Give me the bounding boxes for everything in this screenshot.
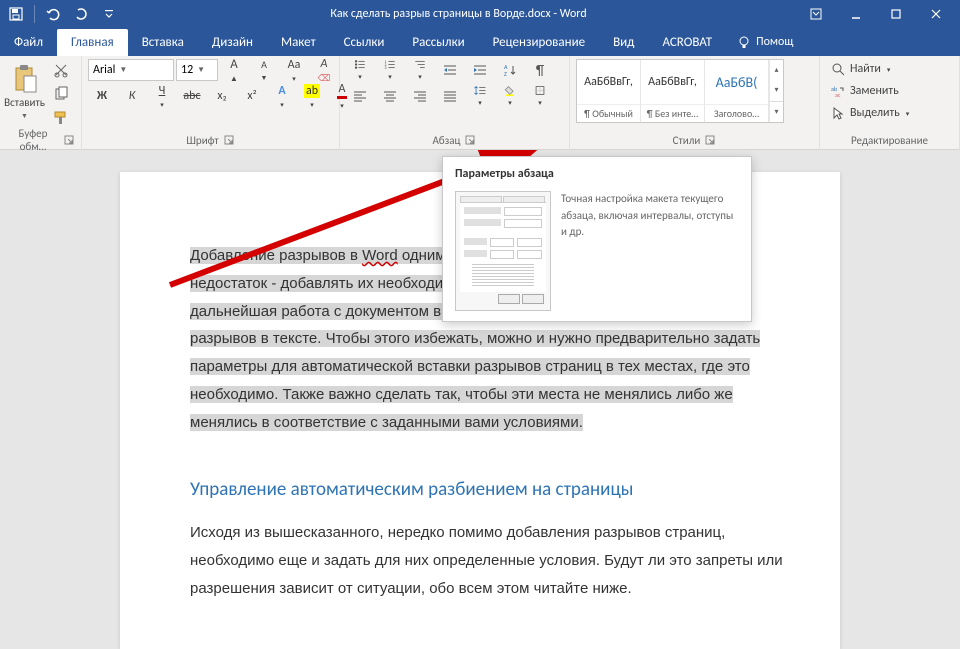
font-size-combo[interactable]: 12▼	[176, 59, 218, 81]
align-right-button[interactable]	[406, 85, 434, 107]
style-no-spacing[interactable]: АаБбВвГг, ¶ Без инте…	[641, 60, 705, 122]
font-name-combo[interactable]: Arial▼	[88, 59, 174, 81]
style-heading1[interactable]: АаБбВ( Заголово…	[705, 60, 769, 122]
tooltip-title: Параметры абзаца	[455, 167, 739, 181]
align-left-button[interactable]	[346, 85, 374, 107]
tab-home[interactable]: Главная	[57, 29, 128, 56]
tab-review[interactable]: Рецензирование	[479, 29, 599, 56]
document-workspace: Параметры абзаца Точная настройка м	[0, 150, 960, 649]
format-painter-button[interactable]	[47, 107, 75, 129]
tab-file[interactable]: Файл	[0, 29, 57, 56]
paragraph-dialog-launcher[interactable]	[464, 134, 476, 146]
replace-icon: abac	[830, 83, 846, 99]
maximize-button[interactable]	[876, 0, 916, 28]
superscript-button[interactable]: x²	[238, 85, 266, 107]
window-controls	[796, 0, 956, 28]
quick-access-toolbar	[4, 2, 121, 26]
tab-layout[interactable]: Макет	[267, 29, 330, 56]
line-spacing-button[interactable]: ▾	[466, 85, 494, 107]
svg-text:Z: Z	[504, 70, 507, 77]
sort-button[interactable]: AZ	[496, 59, 524, 81]
cut-button[interactable]	[47, 59, 75, 81]
decrease-indent-button[interactable]	[436, 59, 464, 81]
shrink-font-button[interactable]: A▼	[250, 59, 278, 81]
qat-customize-button[interactable]	[97, 2, 121, 26]
styles-dialog-launcher[interactable]	[704, 134, 716, 146]
group-clipboard: Вставить ▼ Буфер обм…	[0, 56, 82, 150]
minimize-button[interactable]	[836, 0, 876, 28]
close-button[interactable]	[916, 0, 956, 28]
redo-button[interactable]	[69, 2, 93, 26]
find-button[interactable]: Найти▾	[826, 59, 913, 79]
ribbon-tabs: Файл Главная Вставка Дизайн Макет Ссылки…	[0, 28, 960, 56]
highlight-button[interactable]: ab▾	[298, 85, 326, 107]
paragraph-tooltip: Параметры абзаца Точная настройка м	[442, 156, 752, 322]
multilevel-list-button[interactable]: ▾	[406, 59, 434, 81]
subscript-button[interactable]: x₂	[208, 85, 236, 107]
group-editing: Найти▾ abac Заменить Выделить▾ Редактиро…	[820, 56, 960, 150]
italic-button[interactable]: К	[118, 85, 146, 107]
ribbon: Вставить ▼ Буфер обм… Arial▼ 12▼ A▲ A▼ A…	[0, 56, 960, 150]
tell-me-search[interactable]: Помощ	[726, 28, 803, 56]
save-button[interactable]	[4, 2, 28, 26]
clipboard-dialog-launcher[interactable]	[64, 134, 75, 146]
borders-button[interactable]: ▾	[526, 85, 554, 107]
tab-view[interactable]: Вид	[599, 29, 648, 56]
tab-acrobat[interactable]: ACROBAT	[648, 29, 726, 56]
svg-text:3: 3	[385, 66, 387, 70]
change-case-button[interactable]: Aa▾	[280, 59, 308, 81]
titlebar: Как сделать разрыв страницы в Ворде.docx…	[0, 0, 960, 28]
styles-row-down[interactable]: ▾	[770, 80, 783, 100]
group-styles: АаБбВвГг, ¶ Обычный АаБбВвГг, ¶ Без инте…	[570, 56, 820, 150]
tab-references[interactable]: Ссылки	[330, 29, 399, 56]
tooltip-description: Точная настройка макета текущего абзаца,…	[561, 191, 739, 311]
bold-button[interactable]: Ж	[88, 85, 116, 107]
text-effects-button[interactable]: A▾	[268, 85, 296, 107]
bullets-button[interactable]: ▾	[346, 59, 374, 81]
lightbulb-icon	[736, 34, 752, 50]
group-paragraph: ▾ 123▾ ▾ AZ ¶ ▾ ▾ ▾ Абзац	[340, 56, 570, 150]
grow-font-button[interactable]: A▲	[220, 59, 248, 81]
font-dialog-launcher[interactable]	[223, 134, 235, 146]
window-title: Как сделать разрыв страницы в Ворде.docx…	[121, 7, 796, 21]
undo-button[interactable]	[41, 2, 65, 26]
styles-gallery: АаБбВвГг, ¶ Обычный АаБбВвГг, ¶ Без инте…	[576, 59, 784, 123]
svg-text:ac: ac	[835, 91, 841, 98]
copy-button[interactable]	[47, 83, 75, 105]
cursor-icon	[830, 105, 846, 121]
tooltip-preview-image	[455, 191, 551, 311]
styles-row-up[interactable]: ▴	[770, 60, 783, 80]
select-button[interactable]: Выделить▾	[826, 103, 913, 123]
tab-mailings[interactable]: Рассылки	[398, 29, 478, 56]
align-center-button[interactable]	[376, 85, 404, 107]
styles-more[interactable]: ▾	[770, 101, 783, 122]
tab-design[interactable]: Дизайн	[198, 29, 267, 56]
tab-insert[interactable]: Вставка	[128, 29, 198, 56]
ribbon-options-button[interactable]	[796, 0, 836, 28]
underline-button[interactable]: Ч▾	[148, 85, 176, 107]
style-normal[interactable]: АаБбВвГг, ¶ Обычный	[577, 60, 641, 122]
replace-button[interactable]: abac Заменить	[826, 81, 913, 101]
clear-formatting-button[interactable]: A⌫	[310, 59, 338, 81]
increase-indent-button[interactable]	[466, 59, 494, 81]
group-font: Arial▼ 12▼ A▲ A▼ Aa▾ A⌫ Ж К Ч▾ abc x₂ x²…	[82, 56, 340, 150]
strikethrough-button[interactable]: abc	[178, 85, 206, 107]
document-paragraph-2[interactable]: Исходя из вышесказанного, нередко помимо…	[190, 519, 792, 602]
paste-button[interactable]: Вставить ▼	[6, 59, 43, 125]
justify-button[interactable]	[436, 85, 464, 107]
shading-button[interactable]: ▾	[496, 85, 524, 107]
search-icon	[830, 61, 846, 77]
numbering-button[interactable]: 123▾	[376, 59, 404, 81]
document-heading[interactable]: Управление автоматическим разбиением на …	[190, 478, 792, 501]
show-hide-button[interactable]: ¶	[526, 59, 554, 81]
